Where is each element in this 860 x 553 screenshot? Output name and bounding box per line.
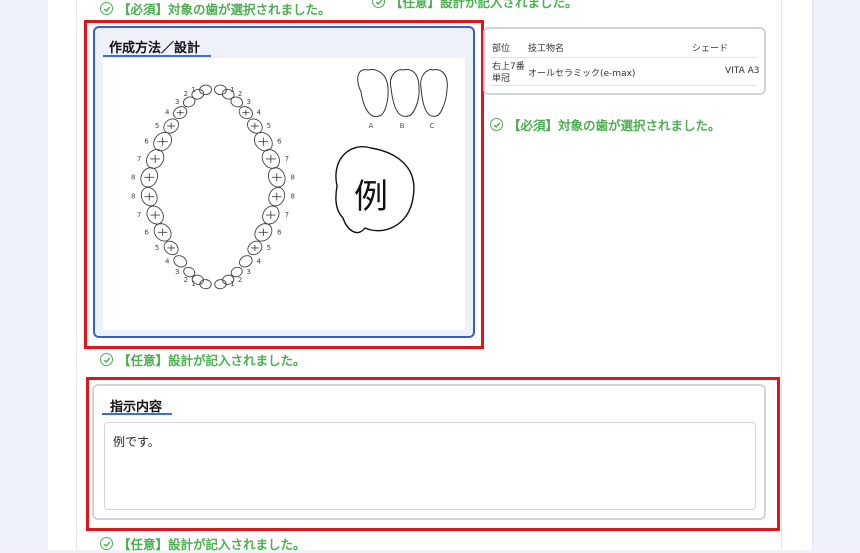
check-circle-icon bbox=[100, 353, 113, 366]
page-margin-left bbox=[0, 0, 49, 550]
table-divider bbox=[491, 85, 757, 86]
highlight-frame-design bbox=[84, 20, 484, 349]
page-margin-right bbox=[812, 0, 860, 550]
check-circle-icon bbox=[490, 118, 503, 131]
cell-shade: VITA A3 bbox=[725, 66, 760, 76]
status-teeth-selected-top: 【必須】対象の歯が選択されました。 bbox=[100, 0, 331, 18]
content-border-left bbox=[76, 0, 77, 550]
check-circle-icon bbox=[100, 2, 113, 15]
status-text: 【必須】対象の歯が選択されました。 bbox=[118, 2, 331, 17]
cell-product: オールセラミック(e-max) bbox=[528, 69, 636, 79]
highlight-frame-instruction bbox=[86, 377, 780, 531]
status-text: 【任意】設計が記入されました。 bbox=[118, 353, 306, 368]
header-position: 部位 bbox=[492, 44, 511, 54]
content-border-right bbox=[781, 0, 782, 550]
status-design-entered: 【任意】設計が記入されました。 bbox=[100, 350, 306, 369]
check-circle-icon bbox=[100, 537, 113, 550]
status-text: 【必須】対象の歯が選択されました。 bbox=[508, 118, 721, 133]
header-shade: シェード bbox=[692, 44, 729, 54]
tooth-info-table: 部位 技工物名 シェード 右上7番 単冠 オールセラミック(e-max) VIT… bbox=[483, 27, 766, 95]
cell-position-line2: 単冠 bbox=[492, 74, 511, 84]
status-design-top: 【任意】設計が記入されました。 bbox=[372, 0, 578, 11]
header-product: 技工物名 bbox=[528, 44, 565, 54]
status-instruction-entered: 【任意】設計が記入されました。 bbox=[100, 534, 306, 553]
status-teeth-selected: 【必須】対象の歯が選択されました。 bbox=[490, 115, 721, 134]
status-text: 【任意】設計が記入されました。 bbox=[390, 0, 578, 10]
table-divider bbox=[491, 57, 757, 58]
check-circle-icon bbox=[372, 0, 385, 8]
status-text: 【任意】設計が記入されました。 bbox=[118, 537, 306, 552]
